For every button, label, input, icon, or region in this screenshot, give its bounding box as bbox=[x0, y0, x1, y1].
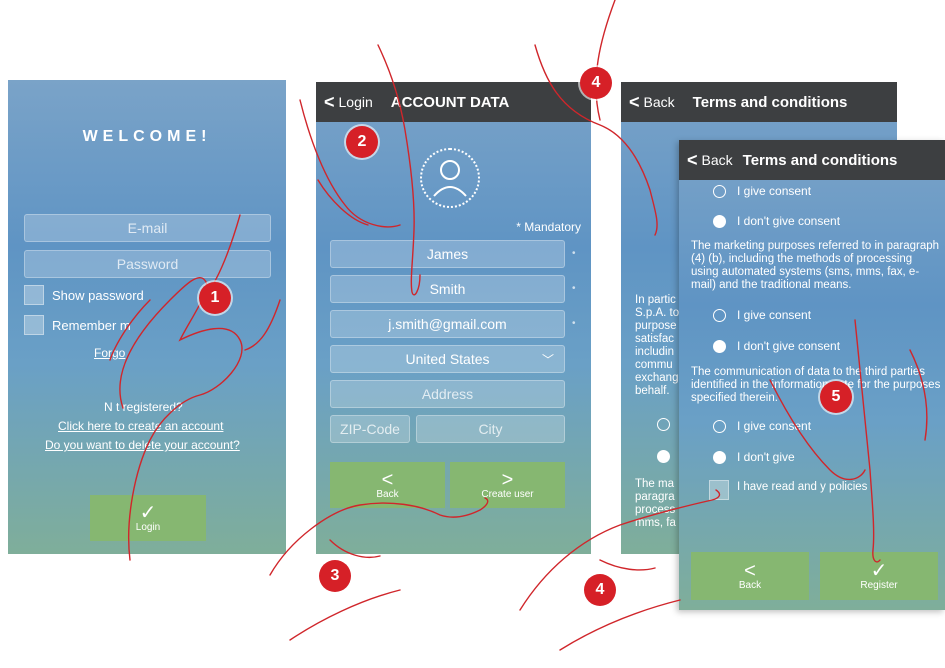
chevron-left-icon: < bbox=[381, 468, 394, 491]
terms-screen-front: < Back Terms and conditions I give conse… bbox=[679, 140, 945, 610]
required-dot: • bbox=[572, 318, 576, 329]
create-account-link[interactable]: Click here to create an account bbox=[58, 419, 223, 433]
checkmark-icon: ✓ bbox=[870, 559, 888, 582]
required-dot: • bbox=[572, 248, 576, 259]
chevron-right-icon: > bbox=[501, 468, 514, 491]
required-dot: • bbox=[572, 283, 576, 294]
consent-radio[interactable] bbox=[657, 418, 670, 431]
city-field[interactable]: City bbox=[416, 415, 565, 443]
give-consent-label: I give consent bbox=[737, 419, 812, 433]
last-name-field[interactable]: Smith bbox=[330, 275, 565, 303]
register-button[interactable]: ✓ Register bbox=[820, 552, 938, 600]
remember-me-label: Remember m bbox=[52, 318, 131, 333]
dont-give-consent-label: I don't give bbox=[737, 450, 795, 464]
back-button[interactable]: < Back bbox=[629, 92, 675, 113]
terms-topbar: < Back Terms and conditions bbox=[621, 82, 897, 122]
consent-radio[interactable] bbox=[657, 450, 670, 463]
country-select[interactable]: United States ﹀ bbox=[330, 345, 565, 373]
login-button-label: Login bbox=[135, 521, 161, 533]
step-badge-2: 2 bbox=[346, 126, 378, 158]
forgot-password-link[interactable]: Forgo bbox=[94, 346, 125, 360]
give-consent-label: I give consent bbox=[737, 308, 812, 322]
back-label: Back bbox=[643, 94, 675, 110]
chevron-left-icon: < bbox=[629, 91, 640, 112]
chevron-left-icon: < bbox=[744, 559, 756, 582]
terms-partial-text: In partic S.p.A. to purpose satisfac inc… bbox=[635, 294, 680, 397]
register-button-label: Register bbox=[860, 579, 898, 591]
give-consent-radio[interactable] bbox=[713, 309, 726, 322]
account-data-topbar: < Login ACCOUNT DATA bbox=[316, 82, 591, 122]
remember-me-checkbox[interactable] bbox=[24, 315, 44, 335]
email-field[interactable]: E-mail bbox=[24, 214, 271, 242]
page-title: Terms and conditions bbox=[742, 151, 898, 169]
show-password-checkbox[interactable] bbox=[24, 285, 44, 305]
give-consent-radio[interactable] bbox=[713, 185, 726, 198]
mandatory-note: * Mandatory bbox=[516, 220, 581, 234]
back-button[interactable]: < Back bbox=[691, 552, 809, 600]
chevron-down-icon: ﹀ bbox=[541, 352, 554, 367]
back-button-label: Back bbox=[738, 579, 762, 591]
marketing-purposes-text: The marketing purposes referred to in pa… bbox=[691, 240, 940, 291]
delete-account-link[interactable]: Do you want to delete your account? bbox=[45, 438, 240, 452]
dont-give-consent-label: I don't give consent bbox=[737, 214, 841, 228]
welcome-screen: WELCOME! E-mail Password Show password R… bbox=[8, 80, 286, 554]
step-badge-1: 1 bbox=[199, 282, 231, 314]
step-badge-4-top: 4 bbox=[580, 67, 612, 99]
terms-topbar: < Back Terms and conditions bbox=[679, 140, 945, 180]
back-button-label: Back bbox=[376, 488, 399, 500]
dont-give-consent-radio[interactable] bbox=[713, 340, 726, 353]
welcome-title: WELCOME! bbox=[82, 128, 212, 145]
third-parties-text: The communication of data to the third p… bbox=[691, 366, 941, 404]
back-login-button[interactable]: < Login bbox=[324, 92, 373, 113]
step-badge-3: 3 bbox=[319, 560, 351, 592]
dont-give-consent-radio[interactable] bbox=[713, 215, 726, 228]
give-consent-radio[interactable] bbox=[713, 420, 726, 433]
give-consent-label: I give consent bbox=[737, 184, 812, 198]
chevron-left-icon: < bbox=[324, 91, 335, 112]
login-button[interactable]: ✓ Login bbox=[90, 495, 206, 541]
page-title: ACCOUNT DATA bbox=[390, 93, 510, 111]
step-badge-4-bottom: 4 bbox=[584, 574, 616, 606]
privacy-policies-label: I have read and y policies bbox=[737, 481, 868, 493]
zip-code-field[interactable]: ZIP-Code bbox=[330, 415, 410, 443]
first-name-field[interactable]: James bbox=[330, 240, 565, 268]
back-label: Back bbox=[701, 152, 733, 168]
dont-give-consent-label: I don't give consent bbox=[737, 339, 841, 353]
step-badge-5: 5 bbox=[820, 381, 852, 413]
back-button[interactable]: < Back bbox=[330, 462, 445, 508]
dont-give-consent-radio[interactable] bbox=[713, 451, 726, 464]
create-user-button[interactable]: > Create user bbox=[450, 462, 565, 508]
show-password-label: Show password bbox=[52, 288, 144, 303]
privacy-policies-checkbox[interactable] bbox=[709, 480, 729, 500]
address-field[interactable]: Address bbox=[330, 380, 565, 408]
checkmark-icon: ✓ bbox=[139, 501, 157, 524]
password-field[interactable]: Password bbox=[24, 250, 271, 278]
back-login-label: Login bbox=[338, 94, 373, 110]
email-field[interactable]: j.smith@gmail.com bbox=[330, 310, 565, 338]
country-value: United States bbox=[405, 351, 490, 367]
back-button[interactable]: < Back bbox=[687, 150, 733, 171]
not-registered-text: N t registered? bbox=[104, 400, 183, 414]
create-user-label: Create user bbox=[481, 488, 534, 500]
chevron-left-icon: < bbox=[687, 149, 698, 170]
terms-partial-text-2: The ma paragra process mms, fa bbox=[635, 478, 676, 529]
page-title: Terms and conditions bbox=[692, 93, 848, 111]
avatar-icon[interactable] bbox=[420, 148, 480, 208]
